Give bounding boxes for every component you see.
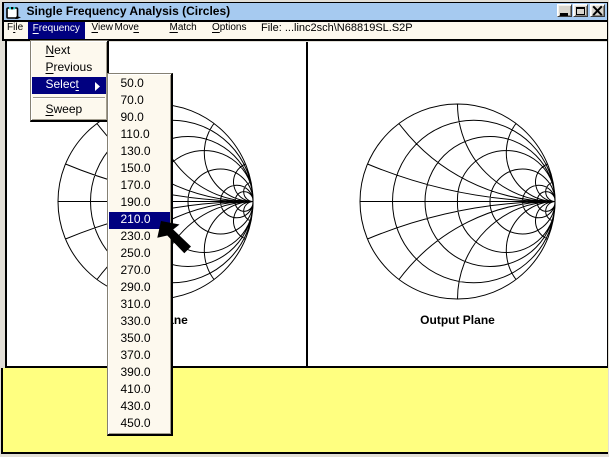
svg-text:Output Plane: Output Plane [420,313,495,327]
